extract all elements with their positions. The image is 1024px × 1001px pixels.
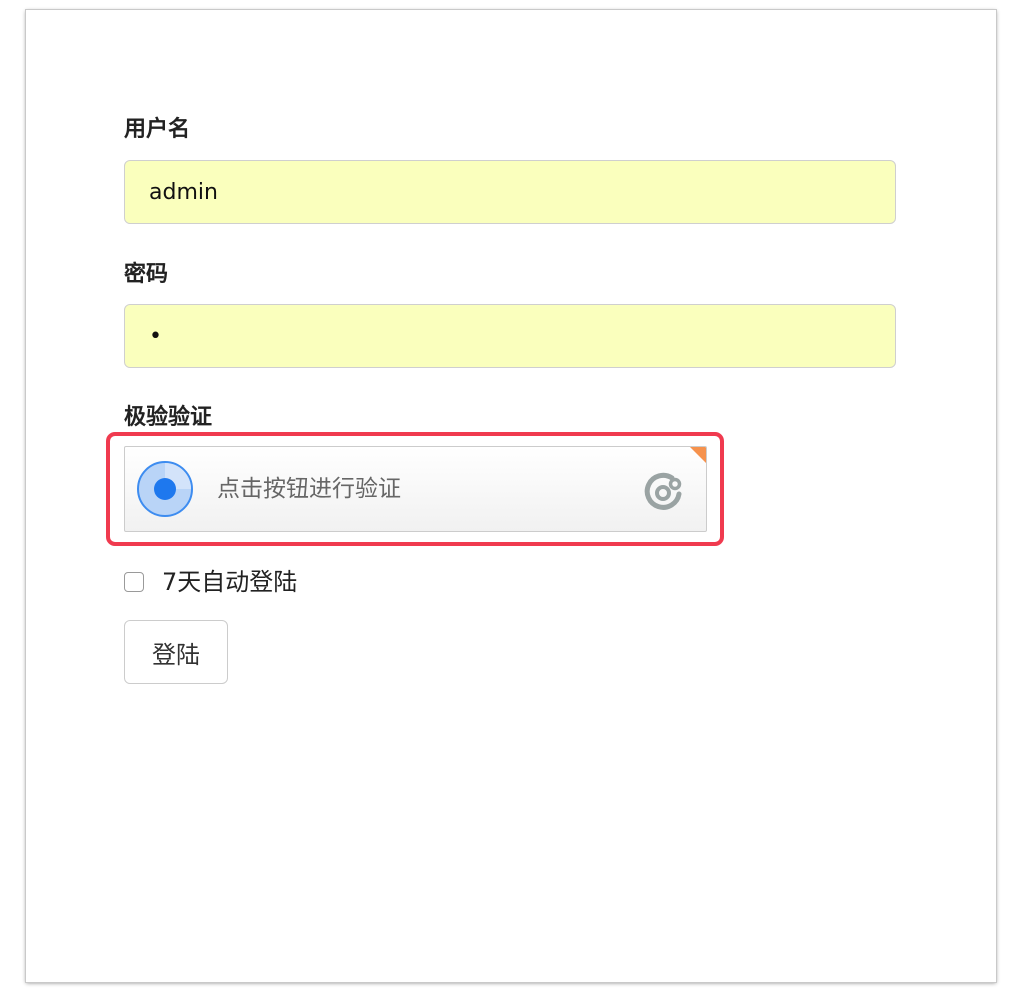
username-label: 用户名 (124, 117, 191, 142)
remember-me-label[interactable]: 7天自动登陆 (162, 565, 297, 599)
password-label: 密码 (124, 262, 169, 287)
captcha-verify-button[interactable]: 点击按钮进行验证 (124, 446, 707, 532)
login-button[interactable]: 登陆 (124, 620, 228, 684)
captcha-button-text: 点击按钮进行验证 (217, 476, 401, 502)
radar-icon (137, 461, 193, 517)
corner-flag-icon (690, 447, 706, 463)
password-input[interactable] (124, 304, 896, 368)
captcha-label: 极验验证 (124, 405, 213, 430)
geetest-logo-icon (642, 469, 684, 511)
remember-me-checkbox[interactable] (124, 572, 144, 592)
login-form-panel: 用户名 密码 极验验证 点击按钮进行验证 7天自动登陆 登陆 (26, 10, 996, 982)
remember-me-row: 7天自动登陆 (124, 565, 297, 599)
username-input[interactable] (124, 160, 896, 224)
